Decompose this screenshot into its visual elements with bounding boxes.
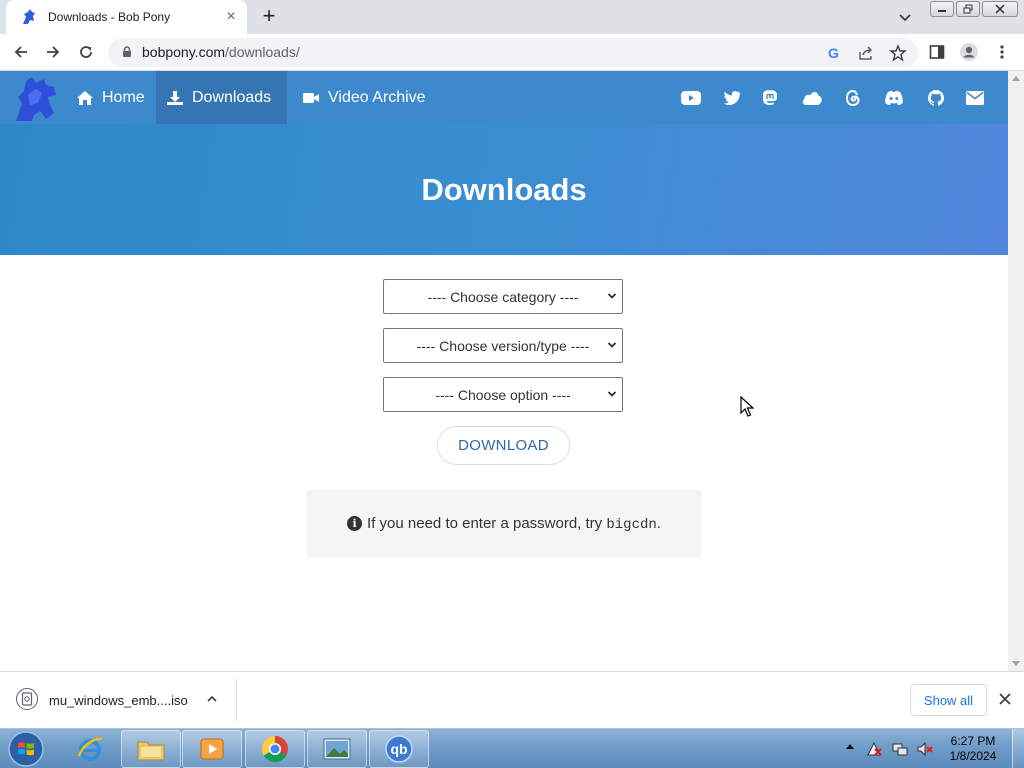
close-icon[interactable] [998, 692, 1012, 706]
clock-date: 1/8/2024 [949, 749, 997, 763]
internet-explorer-icon [77, 737, 103, 761]
taskbar-chrome[interactable] [245, 730, 305, 768]
back-arrow-icon[interactable] [11, 42, 31, 62]
nav-downloads-label: Downloads [192, 88, 272, 106]
taskbar-internet-explorer[interactable] [60, 730, 120, 768]
divider [236, 679, 237, 721]
download-icon [167, 90, 183, 105]
downloaded-file-name[interactable]: mu_windows_emb....iso [49, 693, 188, 708]
image-viewer-icon [323, 738, 351, 760]
url-text: bobpony.com/downloads/ [142, 44, 300, 60]
bob-pony-favicon-icon [20, 8, 38, 26]
chevron-down-icon [607, 391, 617, 397]
discord-icon[interactable] [884, 88, 904, 108]
chrome-icon [261, 735, 288, 763]
option-select-value: ---- Choose option ---- [435, 386, 571, 403]
tab-search-chevron-icon[interactable] [896, 8, 914, 26]
page-scrollbar[interactable] [1008, 71, 1024, 671]
clock-time: 6:27 PM [950, 734, 996, 748]
threads-icon[interactable] [843, 88, 863, 108]
chevron-up-icon[interactable] [206, 693, 218, 705]
password-notice: i If you need to enter a password, try b… [306, 490, 702, 557]
profile-avatar-icon[interactable] [959, 42, 979, 62]
reload-icon[interactable] [76, 42, 96, 62]
download-button[interactable]: DOWNLOAD [437, 426, 570, 465]
chevron-down-icon [607, 293, 617, 299]
info-icon: i [347, 516, 363, 531]
file-explorer-icon [137, 741, 165, 761]
browser-tab[interactable]: Downloads - Bob Pony × [6, 0, 247, 34]
qbittorrent-icon: qb [385, 735, 413, 763]
nav-video-archive-label: Video Archive [328, 88, 426, 106]
media-player-icon [200, 738, 224, 760]
nav-home[interactable]: Home [66, 71, 155, 124]
windows-logo-icon [8, 731, 44, 767]
taskbar-qbittorrent[interactable]: qb [369, 730, 429, 768]
new-tab-icon[interactable]: + [258, 5, 280, 28]
taskbar-media-player[interactable] [182, 730, 242, 768]
version-type-select-value: ---- Choose version/type ---- [416, 337, 590, 354]
show-all-button[interactable]: Show all [910, 684, 987, 716]
video-camera-icon [303, 92, 319, 103]
email-icon[interactable] [965, 88, 985, 108]
forward-arrow-icon[interactable] [43, 42, 63, 62]
bob-pony-logo[interactable] [10, 73, 62, 125]
downloads-bar: mu_windows_emb....iso Show all [0, 671, 1024, 728]
version-type-select[interactable]: ---- Choose version/type ---- [383, 328, 623, 363]
start-button[interactable] [4, 730, 48, 768]
show-desktop-button[interactable] [1012, 729, 1024, 768]
github-icon[interactable] [926, 88, 946, 108]
mastodon-icon[interactable] [760, 88, 780, 108]
tray-overflow-icon[interactable] [846, 744, 854, 749]
network-icon[interactable] [892, 741, 908, 757]
category-select[interactable]: ---- Choose category ---- [383, 279, 623, 314]
browser-tab-strip: Downloads - Bob Pony × + [0, 0, 1024, 34]
downloaded-file-icon[interactable] [16, 688, 38, 710]
nav-video-archive[interactable]: Video Archive [292, 71, 436, 124]
close-window-icon[interactable] [982, 1, 1018, 17]
scroll-down-arrow-icon[interactable] [1012, 661, 1020, 666]
mouse-cursor-icon [740, 396, 754, 417]
volume-muted-icon[interactable] [917, 741, 933, 757]
page-viewport: Home Downloads Video Archive Downloads -… [0, 71, 1008, 671]
window-controls [930, 1, 1018, 17]
svg-text:qb: qb [390, 741, 407, 757]
nav-home-label: Home [102, 88, 145, 106]
share-icon[interactable] [857, 44, 875, 62]
notice-text: If you need to enter a password, try big… [367, 514, 661, 533]
chrome-menu-icon[interactable] [992, 42, 1012, 62]
minimize-icon[interactable] [930, 1, 954, 17]
side-panel-icon[interactable] [927, 42, 947, 62]
action-center-icon[interactable] [866, 741, 882, 757]
scroll-up-arrow-icon[interactable] [1012, 76, 1020, 81]
page-hero: Downloads [0, 124, 1008, 255]
chevron-down-icon [607, 342, 617, 348]
taskbar-file-explorer[interactable] [121, 730, 181, 768]
youtube-icon[interactable] [681, 88, 701, 108]
password-code: bigcdn [606, 516, 657, 533]
category-select-value: ---- Choose category ---- [427, 288, 579, 305]
lock-icon[interactable] [120, 45, 134, 59]
nav-downloads[interactable]: Downloads [156, 71, 287, 124]
home-icon [77, 90, 93, 105]
google-translate-icon[interactable]: G [825, 44, 843, 62]
twitter-icon[interactable] [722, 88, 742, 108]
bookmark-star-icon[interactable] [889, 44, 907, 62]
cloud-icon[interactable] [801, 88, 823, 108]
page-title: Downloads [421, 172, 587, 207]
restore-icon[interactable] [956, 1, 980, 17]
tab-close-icon[interactable]: × [223, 9, 239, 25]
address-bar[interactable]: bobpony.com/downloads/ G [108, 38, 918, 67]
tab-title: Downloads - Bob Pony [48, 10, 171, 24]
taskbar: qb 6:27 PM 1/8/2024 [0, 728, 1024, 768]
svg-text:G: G [828, 45, 839, 61]
option-select[interactable]: ---- Choose option ---- [383, 377, 623, 412]
taskbar-image-viewer[interactable] [307, 730, 367, 768]
taskbar-clock[interactable]: 6:27 PM 1/8/2024 [940, 734, 1006, 764]
site-navbar: Home Downloads Video Archive [0, 71, 1008, 124]
browser-toolbar: bobpony.com/downloads/ G [0, 34, 1024, 71]
